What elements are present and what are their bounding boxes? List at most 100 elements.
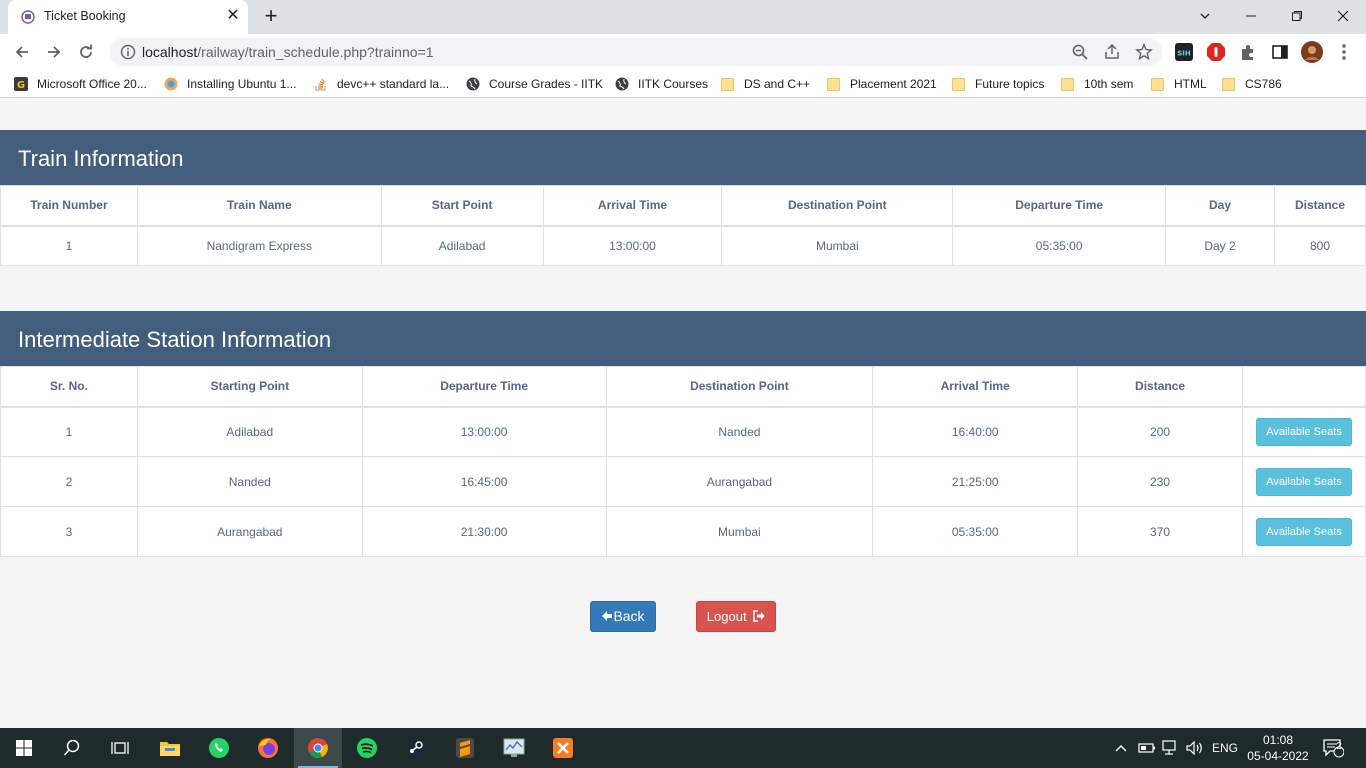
side-panel-icon[interactable] — [1270, 42, 1290, 62]
table-cell: Available Seats — [1242, 506, 1366, 557]
restore-icon[interactable] — [1274, 4, 1320, 28]
table-cell: Nandigram Express — [136, 225, 382, 266]
clock-date: 05-04-2022 — [1247, 749, 1309, 763]
sublime-text-icon[interactable] — [441, 728, 489, 768]
bookmark-folder[interactable]: DS and C++ — [721, 76, 810, 92]
close-window-icon[interactable] — [1320, 4, 1366, 28]
bookmark-label: Installing Ubuntu 1... — [187, 77, 297, 91]
available-seats-button[interactable]: Available Seats — [1256, 467, 1352, 496]
reload-icon[interactable] — [74, 40, 98, 64]
globe-icon — [466, 77, 480, 91]
notifications-button[interactable]: 2 — [1322, 728, 1344, 768]
task-view-icon[interactable] — [96, 728, 144, 768]
table-cell: Aurangabad — [605, 456, 874, 507]
bookmark-item[interactable]: Installing Ubuntu 1... — [164, 76, 296, 92]
volume-icon[interactable] — [1186, 728, 1204, 768]
column-header: Start Point — [380, 185, 544, 227]
zoom-icon[interactable] — [1071, 43, 1089, 61]
battery-icon[interactable] — [1138, 728, 1156, 768]
bookmark-label: CS786 — [1245, 77, 1282, 91]
forward-arrow-icon[interactable] — [42, 40, 66, 64]
new-tab-button[interactable]: + — [260, 5, 282, 27]
bookmark-folder[interactable]: Future topics — [952, 76, 1044, 92]
table-cell: Nanded — [605, 406, 874, 457]
table-cell: 200 — [1077, 406, 1243, 457]
column-header: Arrival Time — [542, 185, 723, 227]
column-header: Destination Point — [721, 185, 954, 227]
available-seats-button[interactable]: Available Seats — [1256, 417, 1352, 446]
table-cell: Adilabad — [136, 406, 363, 457]
logout-label: Logout — [706, 609, 747, 624]
address-bar[interactable]: localhost/railway/train_schedule.php?tra… — [110, 38, 1162, 66]
table-cell: 230 — [1077, 456, 1243, 507]
network-icon[interactable] — [1162, 728, 1180, 768]
share-icon[interactable] — [1103, 43, 1121, 61]
bookmark-star-icon[interactable] — [1135, 43, 1153, 61]
back-arrow-icon[interactable] — [10, 40, 34, 64]
column-header: Arrival Time — [872, 366, 1079, 408]
arrow-left-icon — [602, 611, 613, 621]
language-indicator[interactable]: ENG — [1212, 728, 1238, 768]
url-path: /railway/train_schedule.php?trainno=1 — [197, 44, 434, 60]
xampp-icon[interactable] — [539, 728, 587, 768]
intermediate-table: Sr. No. Starting Point Departure Time De… — [0, 366, 1366, 557]
table-cell: 2 — [0, 456, 138, 507]
column-header: Train Name — [136, 185, 382, 227]
adblock-extension-icon[interactable] — [1206, 42, 1226, 62]
site-info-icon[interactable] — [120, 44, 136, 60]
table-row: 3 Aurangabad 21:30:00 Mumbai 05:35:00 37… — [0, 506, 1366, 557]
tab-ticket-booking[interactable]: Ticket Booking ✕ — [8, 0, 248, 34]
folder-icon — [721, 77, 734, 91]
table-cell: Nanded — [136, 456, 363, 507]
logout-button[interactable]: Logout — [696, 601, 776, 632]
globe-icon — [615, 77, 629, 91]
profile-avatar[interactable] — [1301, 41, 1323, 63]
tab-search-icon[interactable] — [1182, 4, 1228, 28]
folder-icon — [1222, 77, 1235, 91]
windows-start-icon[interactable] — [0, 728, 48, 768]
whatsapp-icon[interactable] — [195, 728, 243, 768]
logout-icon — [753, 610, 765, 622]
table-row: 1 Adilabad 13:00:00 Nanded 16:40:00 200 … — [0, 406, 1366, 457]
chrome-menu-icon[interactable] — [1334, 42, 1354, 62]
spotify-icon[interactable] — [343, 728, 391, 768]
bookmark-item[interactable]: G Microsoft Office 20... — [14, 76, 147, 92]
file-explorer-icon[interactable] — [146, 728, 194, 768]
back-button[interactable]: Back — [590, 601, 656, 632]
taskbar: ENG 01:08 05-04-2022 2 — [0, 728, 1366, 768]
g-icon: G — [14, 77, 28, 91]
bookmark-label: Microsoft Office 20... — [37, 77, 147, 91]
table-cell: 16:45:00 — [361, 456, 607, 507]
steam-icon[interactable] — [392, 728, 440, 768]
bookmark-item[interactable]: IITK Courses — [615, 76, 708, 92]
extensions-puzzle-icon[interactable] — [1238, 42, 1258, 62]
bookmark-folder[interactable]: HTML — [1151, 76, 1207, 92]
bookmark-item[interactable]: devc++ standard la... — [314, 76, 449, 92]
column-header: Day — [1165, 185, 1275, 227]
available-seats-button[interactable]: Available Seats — [1256, 517, 1352, 546]
search-icon[interactable] — [48, 728, 96, 768]
table-cell: 1 — [0, 406, 138, 457]
tab-close-icon[interactable]: ✕ — [224, 6, 242, 26]
intermediate-title: Intermediate Station Information — [0, 311, 1366, 366]
back-label: Back — [613, 608, 645, 624]
column-header: Distance — [1273, 185, 1366, 227]
browser-toolbar: localhost/railway/train_schedule.php?tra… — [0, 34, 1366, 70]
show-hidden-icons-icon[interactable] — [1114, 728, 1128, 768]
sih-extension-icon[interactable]: SIH — [1174, 42, 1194, 62]
bookmark-folder[interactable]: CS786 — [1222, 76, 1282, 92]
url-host: localhost — [142, 44, 198, 60]
bookmark-label: 10th sem — [1084, 77, 1134, 91]
train-info-panel: Train Information Train Number Train Nam… — [0, 130, 1366, 266]
minimize-icon[interactable] — [1228, 4, 1274, 28]
bookmark-item[interactable]: Course Grades - IITK — [466, 76, 603, 92]
bookmark-folder[interactable]: Placement 2021 — [827, 76, 937, 92]
chrome-taskbar-icon[interactable] — [294, 728, 342, 768]
clock[interactable]: 01:08 05-04-2022 — [1238, 732, 1318, 764]
bookmark-folder[interactable]: 10th sem — [1061, 76, 1133, 92]
table-cell: Day 2 — [1165, 225, 1275, 266]
table-cell: 13:00:00 — [542, 225, 723, 266]
firefox-icon[interactable] — [244, 728, 292, 768]
table-cell: 16:40:00 — [872, 406, 1079, 457]
performance-monitor-icon[interactable] — [490, 728, 538, 768]
